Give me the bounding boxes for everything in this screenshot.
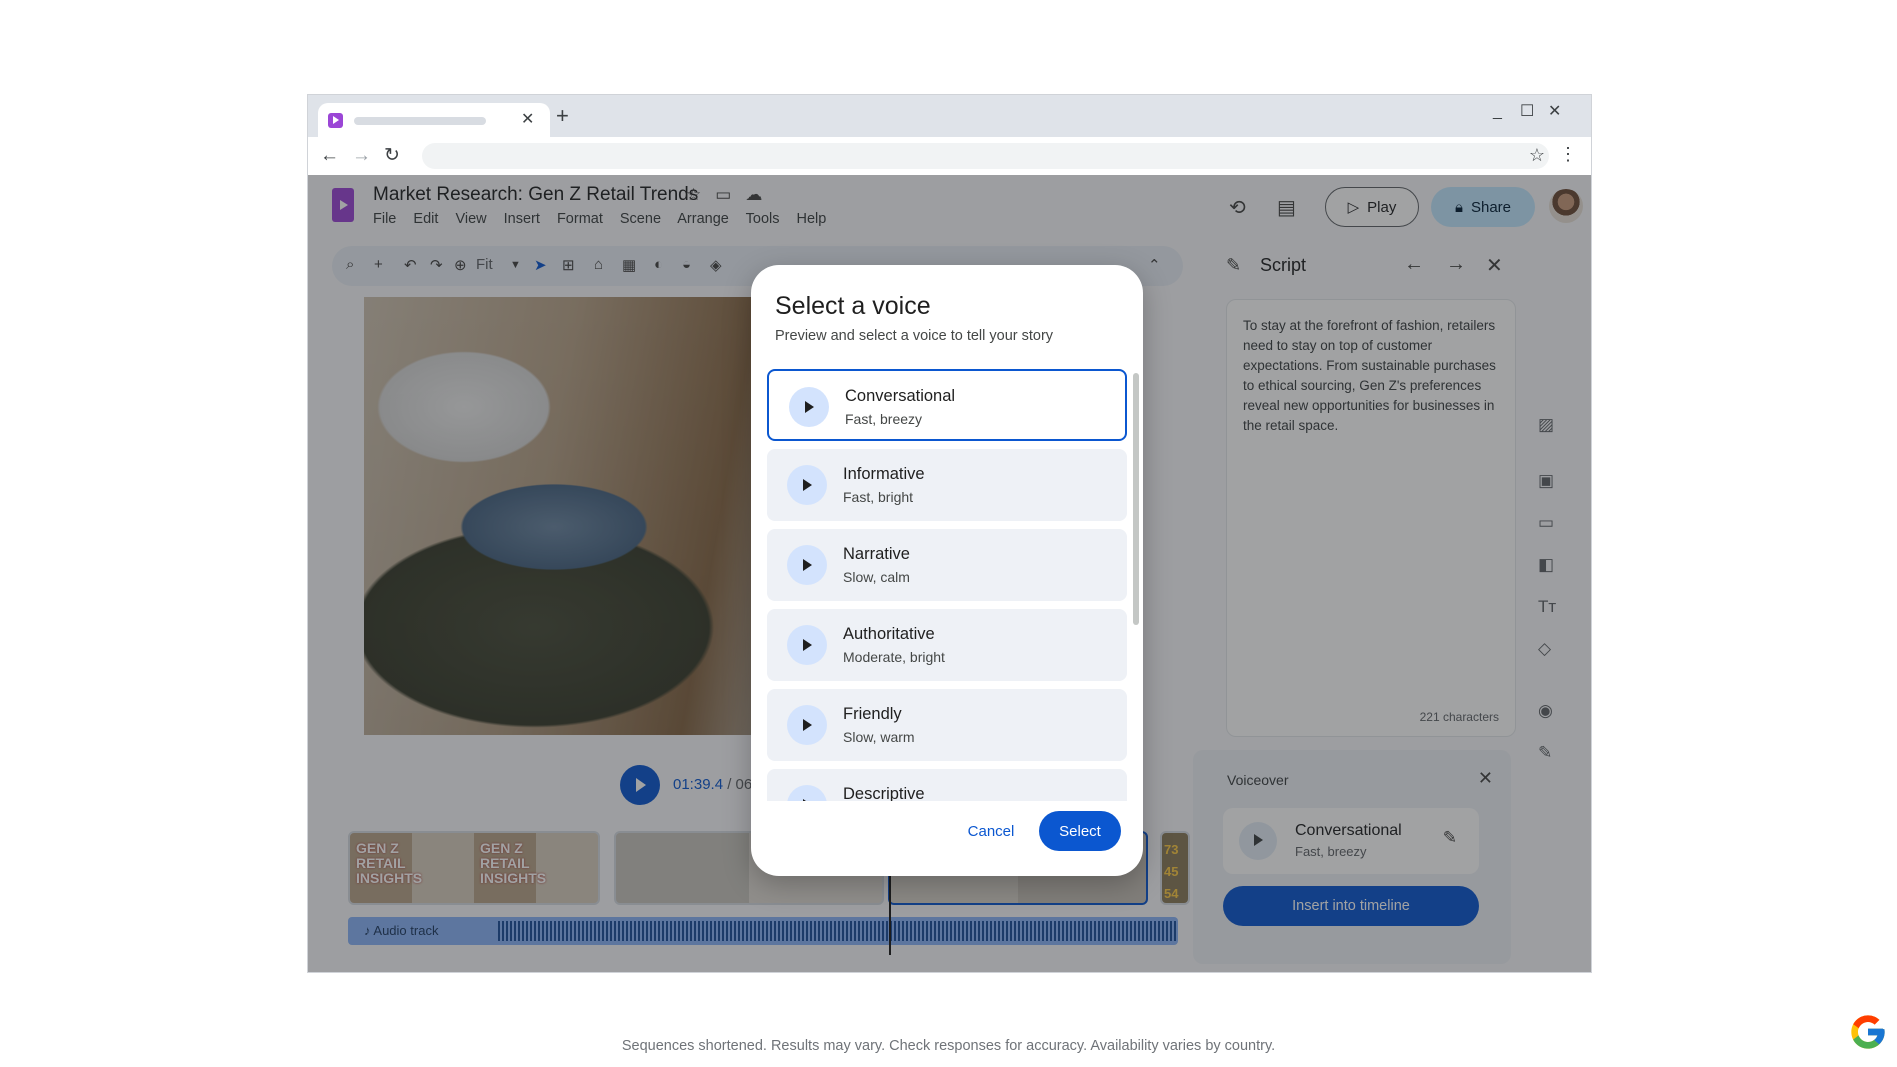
voice-name: Narrative xyxy=(843,545,910,563)
dialog-title: Select a voice xyxy=(775,292,931,320)
voice-name: Conversational xyxy=(845,387,956,405)
voice-name: Informative xyxy=(843,465,925,483)
dialog-scrollbar[interactable] xyxy=(1133,373,1139,625)
voice-option-descriptive[interactable]: Descriptive xyxy=(767,769,1127,801)
preview-play-icon[interactable] xyxy=(787,625,827,665)
voice-name: Descriptive xyxy=(843,785,925,801)
voice-option-conversational[interactable]: Conversational Fast, breezy xyxy=(767,369,1127,441)
bookmark-star-icon[interactable]: ☆ xyxy=(1529,145,1545,165)
omnibox-bar: ← → ↻ ☆ ⋮ xyxy=(308,137,1591,175)
dialog-subtitle: Preview and select a voice to tell your … xyxy=(775,328,1054,344)
preview-play-icon[interactable] xyxy=(787,545,827,585)
maximize-button[interactable]: ☐ xyxy=(1520,103,1534,121)
preview-play-icon[interactable] xyxy=(789,387,829,427)
preview-play-icon[interactable] xyxy=(787,705,827,745)
select-button[interactable]: Select xyxy=(1039,811,1121,851)
voice-list: Conversational Fast, breezy Informative … xyxy=(767,369,1127,801)
window-close-button[interactable]: ✕ xyxy=(1548,103,1561,121)
voice-name: Authoritative xyxy=(843,625,935,643)
app-favicon-icon xyxy=(328,113,343,128)
back-arrow-icon[interactable]: ← xyxy=(320,146,339,166)
select-voice-dialog: Select a voice Preview and select a voic… xyxy=(751,265,1143,876)
forward-arrow-icon[interactable]: → xyxy=(352,146,371,166)
voice-name: Friendly xyxy=(843,705,902,723)
cancel-button[interactable]: Cancel xyxy=(951,811,1031,851)
tab-close-icon[interactable]: ✕ xyxy=(521,111,534,129)
address-bar[interactable] xyxy=(422,143,1549,169)
minimize-button[interactable]: _ xyxy=(1493,103,1502,121)
voice-option-friendly[interactable]: Friendly Slow, warm xyxy=(767,689,1127,761)
voice-desc: Slow, calm xyxy=(843,569,910,585)
voice-option-informative[interactable]: Informative Fast, bright xyxy=(767,449,1127,521)
footer-disclaimer: Sequences shortened. Results may vary. C… xyxy=(621,1038,1276,1054)
voice-desc: Fast, bright xyxy=(843,489,914,505)
preview-play-icon[interactable] xyxy=(787,465,827,505)
voice-desc: Moderate, bright xyxy=(843,649,945,665)
tab-title-placeholder xyxy=(354,117,486,125)
voice-option-narrative[interactable]: Narrative Slow, calm xyxy=(767,529,1127,601)
reload-icon[interactable]: ↻ xyxy=(384,146,400,166)
voice-option-authoritative[interactable]: Authoritative Moderate, bright xyxy=(767,609,1127,681)
preview-play-icon[interactable] xyxy=(787,785,827,801)
new-tab-button[interactable]: + xyxy=(556,105,569,127)
browser-menu-icon[interactable]: ⋮ xyxy=(1559,144,1577,164)
browser-tab[interactable]: ✕ xyxy=(318,103,550,137)
google-logo-icon xyxy=(1851,1015,1885,1049)
tab-strip: ✕ + _ ☐ ✕ xyxy=(308,95,1591,137)
voice-desc: Fast, breezy xyxy=(845,411,923,427)
voice-desc: Slow, warm xyxy=(843,729,915,745)
